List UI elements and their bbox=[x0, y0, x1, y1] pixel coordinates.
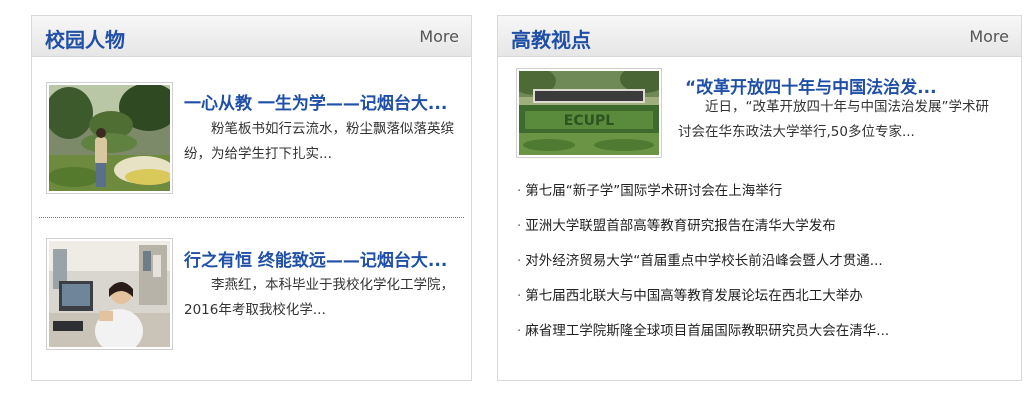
bullet-icon: · bbox=[517, 323, 522, 339]
panel-header: 高教视点 More bbox=[498, 16, 1021, 57]
photo-student-in-laboratory bbox=[49, 241, 170, 347]
bullet-icon: · bbox=[517, 253, 522, 269]
bullet-icon: · bbox=[517, 288, 522, 304]
panel-title: 校园人物 bbox=[45, 28, 125, 52]
campus-people-panel: 校园人物 More 一心从教 一生为学——记烟台大... 粉笔板书如行云流水，粉… bbox=[31, 15, 472, 381]
more-link[interactable]: More bbox=[969, 27, 1009, 46]
news-item[interactable]: · 麻省理工学院斯隆全球项目首届国际教职研究员大会在清华... bbox=[517, 319, 889, 354]
article-summary: 李燕红，本科毕业于我校化学化工学院，2016年考取我校化学... bbox=[184, 277, 454, 318]
article-title-link[interactable]: 行之有恒 终能致远——记烟台大... bbox=[184, 246, 447, 271]
article-summary: 粉笔板书如行云流水，粉尘飘落似落英缤纷，为给学生打下扎实... bbox=[184, 121, 454, 162]
divider bbox=[39, 217, 464, 218]
bullet-icon: · bbox=[517, 218, 522, 234]
photo-teacher-in-garden bbox=[49, 85, 170, 191]
more-link[interactable]: More bbox=[419, 27, 459, 46]
bullet-icon: · bbox=[517, 183, 522, 199]
news-item[interactable]: · 第七届“新子学”国际学术研讨会在上海举行 bbox=[517, 179, 889, 214]
svg-text:ECUPL: ECUPL bbox=[564, 113, 614, 129]
news-list: · 第七届“新子学”国际学术研讨会在上海举行 · 亚洲大学联盟首部高等教育研究报告在… bbox=[517, 179, 889, 354]
panel-header: 校园人物 More bbox=[32, 16, 471, 57]
photo-university-gate-garden: ECUPL bbox=[519, 71, 659, 155]
news-item[interactable]: · 对外经济贸易大学“首届重点中学校长前沿峰会暨人才贯通... bbox=[517, 249, 889, 284]
news-item[interactable]: · 亚洲大学联盟首部高等教育研究报告在清华大学发布 bbox=[517, 214, 889, 249]
featured-thumbnail[interactable]: ECUPL bbox=[516, 68, 662, 158]
article-title-link[interactable]: 一心从教 一生为学——记烟台大... bbox=[184, 89, 447, 114]
item-thumbnail[interactable] bbox=[46, 238, 173, 350]
news-item[interactable]: · 第七届西北联大与中国高等教育发展论坛在西北工大举办 bbox=[517, 284, 889, 319]
higher-education-panel: 高教视点 More ECUPL “改革开放四十年与中国法治发... 近日，“改革… bbox=[497, 15, 1022, 381]
item-thumbnail[interactable] bbox=[46, 82, 173, 194]
panel-title: 高教视点 bbox=[511, 28, 591, 52]
featured-summary: 近日，“改革开放四十年与中国法治发展”学术研讨会在华东政法大学举行,50多位专家… bbox=[678, 99, 989, 140]
